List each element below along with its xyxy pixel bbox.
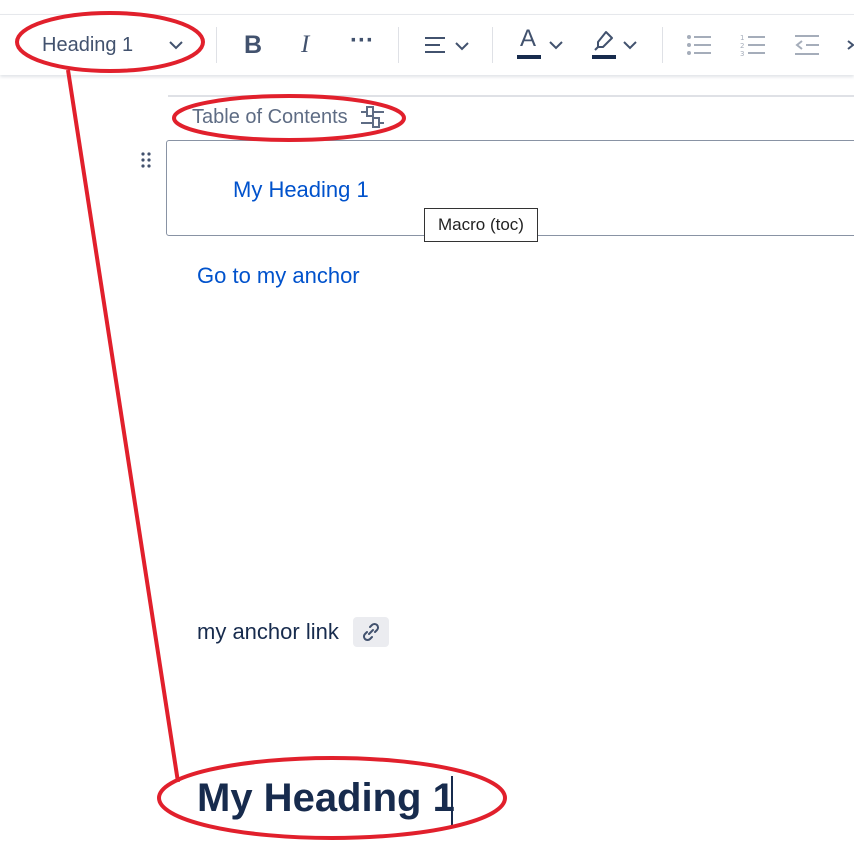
indent-icon[interactable]	[846, 33, 854, 57]
chevron-down-icon	[169, 41, 183, 50]
link-icon	[362, 622, 380, 642]
text-color-label: A	[520, 25, 537, 52]
svg-text:1: 1	[740, 34, 744, 42]
outdent-icon[interactable]	[794, 33, 820, 57]
bold-button[interactable]: B	[244, 31, 262, 60]
toolbar-separator	[216, 27, 217, 63]
alignment-dropdown[interactable]	[420, 29, 472, 61]
italic-button[interactable]: I	[301, 31, 309, 59]
anchor-link[interactable]: Go to my anchor	[197, 263, 360, 289]
svg-text:3: 3	[740, 50, 744, 57]
text-style-label: Heading 1	[42, 34, 134, 56]
more-formatting-button[interactable]: ···	[350, 27, 374, 55]
chevron-down-icon	[623, 41, 637, 50]
chevron-down-icon	[549, 41, 563, 50]
drag-handle-icon[interactable]	[140, 151, 152, 169]
toolbar-separator	[398, 27, 399, 63]
highlight-color-swatch	[592, 55, 616, 59]
toc-macro-title: Table of Contents	[192, 106, 348, 128]
anchor-text: my anchor link	[197, 619, 339, 644]
heading-1[interactable]: My Heading 1	[197, 776, 455, 821]
toolbar-separator	[492, 27, 493, 63]
text-color-swatch	[517, 55, 541, 59]
text-color-dropdown[interactable]: A	[512, 25, 568, 65]
macro-top-border	[168, 95, 854, 97]
align-left-icon	[425, 37, 445, 53]
annotation-overlay	[15, 11, 507, 840]
macro-settings-icon[interactable]	[360, 104, 386, 130]
toc-macro-label[interactable]: Table of Contents	[192, 106, 348, 129]
highlight-color-dropdown[interactable]	[588, 25, 644, 65]
toolbar-separator	[662, 27, 663, 63]
toc-entry-link[interactable]: My Heading 1	[233, 177, 369, 203]
svg-text:2: 2	[740, 42, 744, 50]
text-cursor	[451, 776, 453, 826]
editor-toolbar: Heading 1 B I ··· A 1 2 3	[0, 14, 854, 75]
text-style-dropdown[interactable]: Heading 1	[30, 15, 200, 75]
annotation-connector-line	[66, 69, 180, 783]
highlighter-pen-icon	[594, 31, 613, 51]
macro-tooltip: Macro (toc)	[424, 208, 538, 242]
bullet-list-icon[interactable]	[686, 33, 712, 57]
numbered-list-icon[interactable]: 1 2 3	[740, 33, 766, 57]
chevron-down-icon	[455, 42, 469, 51]
